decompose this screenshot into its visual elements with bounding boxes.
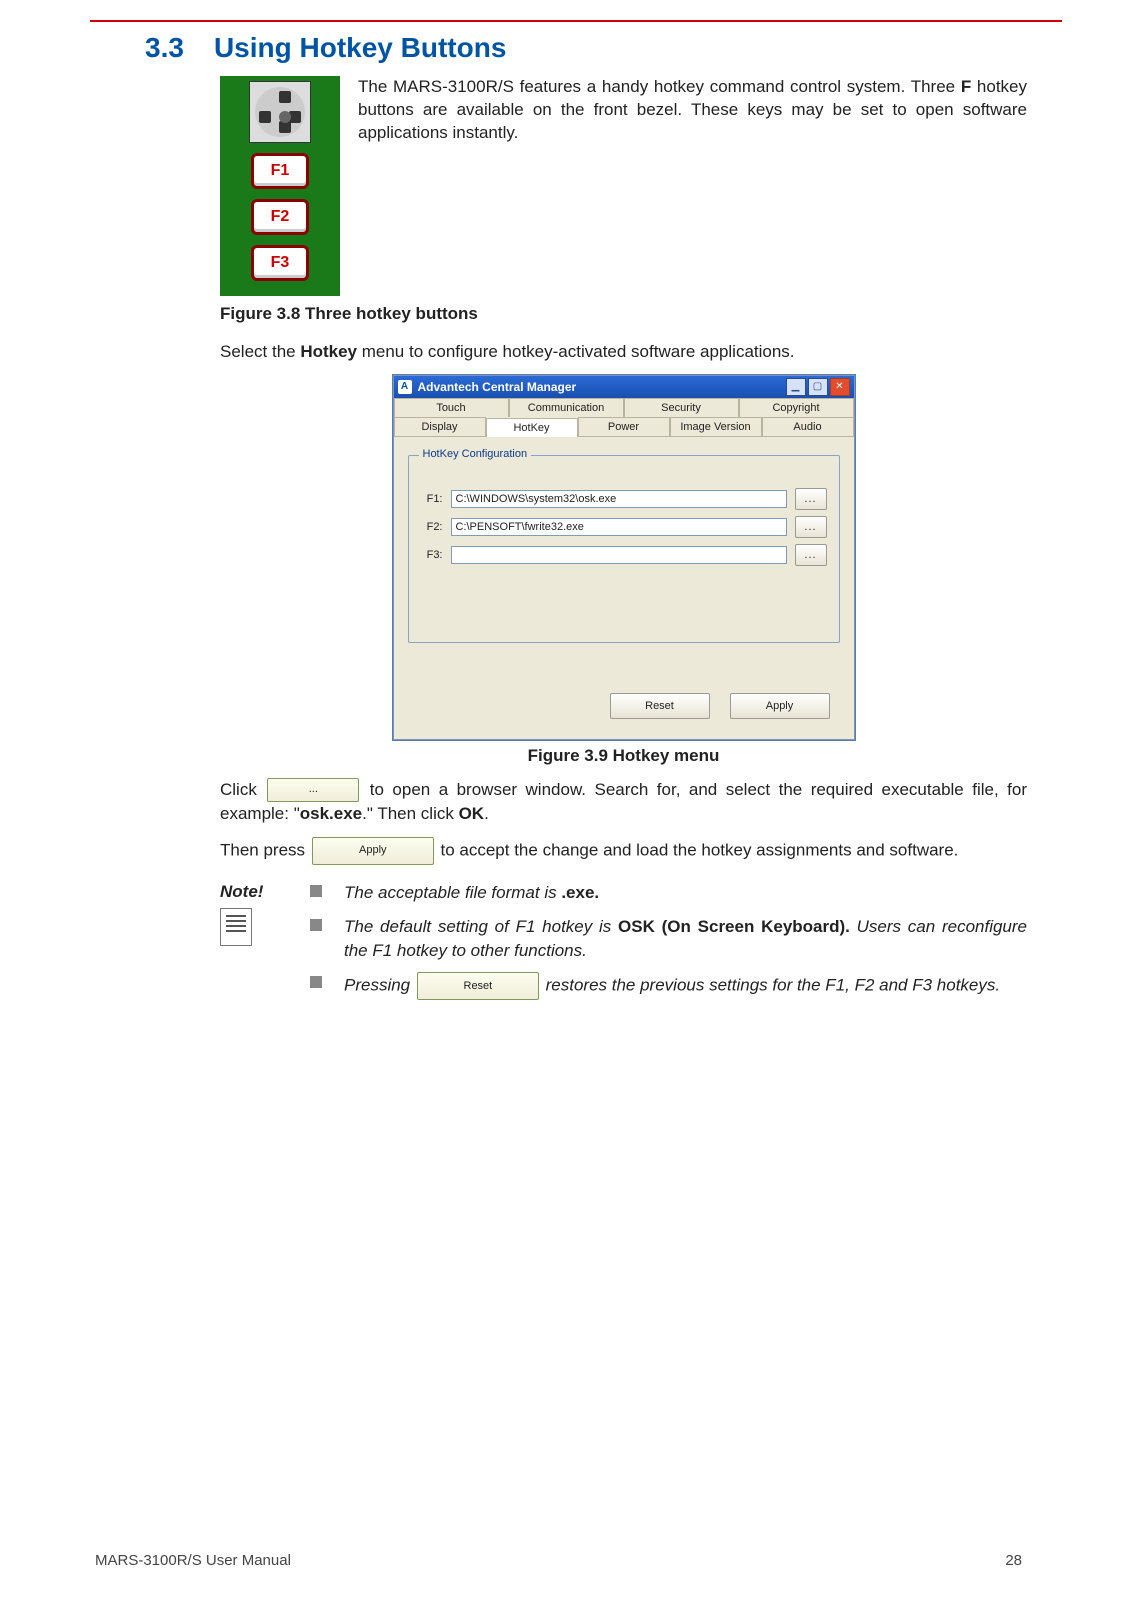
select-hotkey-paragraph: Select the Hotkey menu to configure hotk…	[220, 340, 1027, 365]
tab-hotkey[interactable]: HotKey	[486, 418, 578, 437]
tab-image-version[interactable]: Image Version	[670, 417, 762, 436]
f1-key-icon: F1	[251, 153, 309, 189]
figure-3-8-image: F1 F2 F3	[220, 76, 340, 296]
section-heading: 3.3 Using Hotkey Buttons	[145, 32, 1027, 64]
app-icon: A	[398, 380, 412, 394]
tab-security[interactable]: Security	[624, 398, 739, 417]
minimize-button[interactable]: ▁	[786, 378, 806, 396]
group-title: HotKey Configuration	[419, 448, 532, 460]
page-footer: MARS-3100R/S User Manual 28	[95, 1552, 1022, 1569]
apply-button[interactable]: Apply	[730, 693, 830, 719]
f1-browse-button[interactable]: ...	[795, 488, 827, 510]
maximize-button[interactable]: ▢	[808, 378, 828, 396]
tab-communication[interactable]: Communication	[509, 398, 624, 417]
bullet-icon	[310, 885, 322, 897]
f1-input[interactable]: C:\WINDOWS\system32\osk.exe	[451, 490, 787, 508]
bullet-icon	[310, 976, 322, 988]
figure-3-8-caption: Figure 3.8 Three hotkey buttons	[220, 304, 1027, 324]
f2-input[interactable]: C:\PENSOFT\fwrite32.exe	[451, 518, 787, 536]
intro-paragraph: The MARS-3100R/S features a handy hotkey…	[358, 76, 1027, 145]
dpad-icon	[249, 81, 311, 143]
reset-button[interactable]: Reset	[610, 693, 710, 719]
inline-browse-button: ...	[267, 778, 359, 802]
footer-page-number: 28	[1005, 1552, 1022, 1569]
section-number: 3.3	[145, 32, 184, 63]
f3-input[interactable]	[451, 546, 787, 564]
window-title: Advantech Central Manager	[418, 380, 577, 394]
tab-power[interactable]: Power	[578, 417, 670, 436]
note-item: The default setting of F1 hotkey is OSK …	[310, 915, 1027, 963]
tab-audio[interactable]: Audio	[762, 417, 854, 436]
note-item: The acceptable file format is .exe.	[310, 881, 1027, 905]
note-icon	[220, 908, 252, 946]
tab-display[interactable]: Display	[394, 417, 486, 436]
f2-label: F2:	[421, 521, 443, 533]
inline-reset-button: Reset	[417, 972, 539, 1000]
note-item: Pressing Reset restores the previous set…	[310, 972, 1027, 1000]
window-titlebar: A Advantech Central Manager ▁ ▢ ✕	[394, 376, 854, 398]
footer-manual-title: MARS-3100R/S User Manual	[95, 1552, 1005, 1569]
bullet-icon	[310, 919, 322, 931]
f3-browse-button[interactable]: ...	[795, 544, 827, 566]
click-browse-paragraph: Click ... to open a browser window. Sear…	[220, 778, 1027, 827]
f3-key-icon: F3	[251, 245, 309, 281]
inline-apply-button: Apply	[312, 837, 434, 865]
press-apply-paragraph: Then press Apply to accept the change an…	[220, 837, 1027, 865]
close-button[interactable]: ✕	[830, 378, 850, 396]
tab-touch[interactable]: Touch	[394, 398, 509, 417]
f2-browse-button[interactable]: ...	[795, 516, 827, 538]
f1-label: F1:	[421, 493, 443, 505]
section-title: Using Hotkey Buttons	[214, 32, 506, 63]
figure-3-9-caption: Figure 3.9 Hotkey menu	[220, 746, 1027, 766]
f3-label: F3:	[421, 549, 443, 561]
figure-3-9-window: A Advantech Central Manager ▁ ▢ ✕ Touch …	[393, 375, 855, 740]
note-label: Note!	[220, 882, 310, 902]
tab-copyright[interactable]: Copyright	[739, 398, 854, 417]
f2-key-icon: F2	[251, 199, 309, 235]
